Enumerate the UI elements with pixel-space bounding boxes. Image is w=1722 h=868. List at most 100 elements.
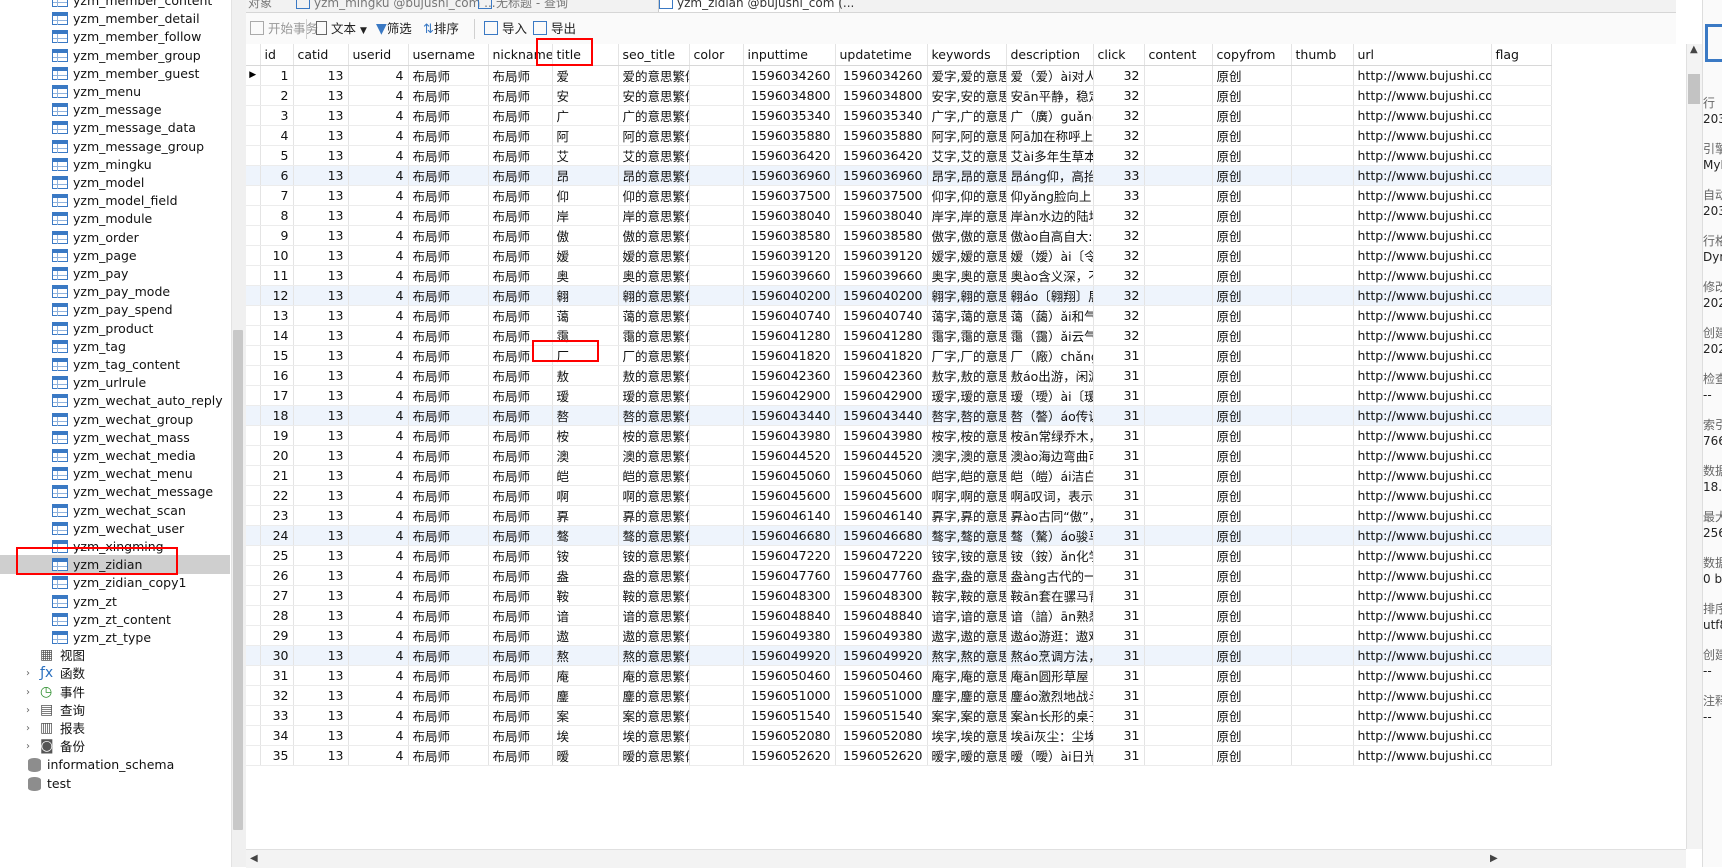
cell-updatetime[interactable]: 1596037500 xyxy=(835,185,928,206)
tree-table-yzm-member-detail[interactable]: yzm_member_detail xyxy=(0,9,230,28)
cell-keywords[interactable]: 嗸字,嗸的意思,嗸 xyxy=(927,405,1007,426)
cell-title[interactable]: 奡 xyxy=(552,505,619,526)
cell-updatetime[interactable]: 1596047220 xyxy=(835,545,928,566)
row-selector[interactable] xyxy=(246,465,261,486)
cell-color[interactable] xyxy=(689,725,744,746)
cell-username[interactable]: 布局师 xyxy=(408,405,489,426)
cell-thumb[interactable] xyxy=(1291,325,1354,346)
cell-seo-title[interactable]: 案的意思繁体 xyxy=(618,705,690,726)
cell-url[interactable]: http://www.bujushi.com/zi xyxy=(1353,205,1492,226)
cell-content[interactable] xyxy=(1144,245,1213,266)
cell-thumb[interactable] xyxy=(1291,145,1354,166)
cell-id[interactable]: 21 xyxy=(260,465,294,486)
row-selector[interactable] xyxy=(246,565,261,586)
table-row[interactable]: 25134布局师布局师铵铵的意思繁体15960472201596047220铵字… xyxy=(246,545,1552,566)
cell-seo-title[interactable]: 广的意思繁体 xyxy=(618,105,690,126)
cell-thumb[interactable] xyxy=(1291,205,1354,226)
cell-content[interactable] xyxy=(1144,605,1213,626)
cell-content[interactable] xyxy=(1144,265,1213,286)
cell-flag[interactable] xyxy=(1491,745,1552,766)
cell-userid[interactable]: 4 xyxy=(348,445,409,466)
cell-userid[interactable]: 4 xyxy=(348,105,409,126)
tree-table-yzm-tag[interactable]: yzm_tag xyxy=(0,337,230,356)
cell-inputtime[interactable]: 1596051540 xyxy=(743,705,836,726)
cell-flag[interactable] xyxy=(1491,345,1552,366)
cell-seo-title[interactable]: 蔼的意思繁体 xyxy=(618,305,690,326)
cell-keywords[interactable]: 敖字,敖的意思,敖 xyxy=(927,365,1007,386)
cell-click[interactable]: 31 xyxy=(1093,725,1145,746)
cell-seo-title[interactable]: 岸的意思繁体 xyxy=(618,205,690,226)
row-selector[interactable] xyxy=(246,525,261,546)
cell-keywords[interactable]: 埃字,埃的意思,埃 xyxy=(927,725,1007,746)
cell-copyfrom[interactable]: 原创 xyxy=(1212,185,1292,206)
cell-seo-title[interactable]: 仰的意思繁体 xyxy=(618,185,690,206)
cell-userid[interactable]: 4 xyxy=(348,385,409,406)
cell-copyfrom[interactable]: 原创 xyxy=(1212,225,1292,246)
cell-username[interactable]: 布局师 xyxy=(408,465,489,486)
cell-catid[interactable]: 13 xyxy=(293,425,349,446)
cell-content[interactable] xyxy=(1144,145,1213,166)
cell-inputtime[interactable]: 1596047220 xyxy=(743,545,836,566)
cell-copyfrom[interactable]: 原创 xyxy=(1212,625,1292,646)
cell-nickname[interactable]: 布局师 xyxy=(488,65,553,86)
row-selector[interactable] xyxy=(246,365,261,386)
table-row[interactable]: 2134布局师布局师安安的意思繁体15960348001596034800安字,… xyxy=(246,85,1552,106)
cell-inputtime[interactable]: 1596034260 xyxy=(743,65,836,86)
cell-url[interactable]: http://www.bujushi.com/zi xyxy=(1353,465,1492,486)
cell-keywords[interactable]: 桉字,桉的意思,桉 xyxy=(927,425,1007,446)
cell-inputtime[interactable]: 1596040200 xyxy=(743,285,836,306)
cell-copyfrom[interactable]: 原创 xyxy=(1212,105,1292,126)
cell-inputtime[interactable]: 1596049380 xyxy=(743,625,836,646)
table-row[interactable]: 33134布局师布局师案案的意思繁体15960515401596051540案字… xyxy=(246,705,1552,726)
column-header-id[interactable]: id xyxy=(260,44,294,66)
cell-url[interactable]: http://www.bujushi.com/zi xyxy=(1353,425,1492,446)
cell-updatetime[interactable]: 1596035340 xyxy=(835,105,928,126)
cell-color[interactable] xyxy=(689,625,744,646)
cell-nickname[interactable]: 布局师 xyxy=(488,165,553,186)
cell-userid[interactable]: 4 xyxy=(348,605,409,626)
cell-keywords[interactable]: 岸字,岸的意思,岸 xyxy=(927,205,1007,226)
cell-nickname[interactable]: 布局师 xyxy=(488,425,553,446)
cell-click[interactable]: 32 xyxy=(1093,325,1145,346)
cell-seo-title[interactable]: 霭的意思繁体 xyxy=(618,325,690,346)
cell-keywords[interactable]: 蔼字,蔼的意思,蔼 xyxy=(927,305,1007,326)
cell-seo-title[interactable]: 啊的意思繁体 xyxy=(618,485,690,506)
cell-title[interactable]: 澳 xyxy=(552,445,619,466)
row-selector[interactable] xyxy=(246,405,261,426)
cell-nickname[interactable]: 布局师 xyxy=(488,85,553,106)
cell-id[interactable]: 19 xyxy=(260,425,294,446)
cell-username[interactable]: 布局师 xyxy=(408,525,489,546)
table-row[interactable]: 29134布局师布局师遨遨的意思繁体15960493801596049380遨字… xyxy=(246,625,1552,646)
cell-id[interactable]: 17 xyxy=(260,385,294,406)
cell-catid[interactable]: 13 xyxy=(293,305,349,326)
cell-url[interactable]: http://www.bujushi.com/zi xyxy=(1353,285,1492,306)
cell-id[interactable]: 6 xyxy=(260,165,294,186)
column-header-color[interactable]: color xyxy=(689,44,744,66)
cell-description[interactable]: 仰yǎng脸向上，与 xyxy=(1006,185,1094,206)
cell-flag[interactable] xyxy=(1491,485,1552,506)
cell-inputtime[interactable]: 1596049920 xyxy=(743,645,836,666)
cell-keywords[interactable]: 案字,案的意思,案 xyxy=(927,705,1007,726)
cell-keywords[interactable]: 傲字,傲的意思,傲 xyxy=(927,225,1007,246)
cell-nickname[interactable]: 布局师 xyxy=(488,485,553,506)
cell-click[interactable]: 32 xyxy=(1093,305,1145,326)
cell-description[interactable]: 盎àng古代的一种 xyxy=(1006,565,1094,586)
cell-catid[interactable]: 13 xyxy=(293,245,349,266)
cell-catid[interactable]: 13 xyxy=(293,505,349,526)
cell-nickname[interactable]: 布局师 xyxy=(488,105,553,126)
row-selector[interactable] xyxy=(246,265,261,286)
cell-inputtime[interactable]: 1596038580 xyxy=(743,225,836,246)
cell-id[interactable]: 29 xyxy=(260,625,294,646)
cell-updatetime[interactable]: 1596050460 xyxy=(835,665,928,686)
sort-button[interactable]: ⇅排序 xyxy=(423,19,459,39)
tree-table-yzm-pay-mode[interactable]: yzm_pay_mode xyxy=(0,282,230,301)
cell-copyfrom[interactable]: 原创 xyxy=(1212,245,1292,266)
tab-untitled-query[interactable]: 无标题 - 查询 xyxy=(478,0,568,12)
cell-userid[interactable]: 4 xyxy=(348,185,409,206)
tree-table-yzm-pay[interactable]: yzm_pay xyxy=(0,264,230,283)
export-button[interactable]: 导出 xyxy=(533,19,576,39)
begin-transaction-button[interactable]: 开始事务 xyxy=(250,19,318,39)
cell-nickname[interactable]: 布局师 xyxy=(488,605,553,626)
cell-color[interactable] xyxy=(689,345,744,366)
table-row[interactable]: 12134布局师布局师翱翱的意思繁体15960402001596040200翱字… xyxy=(246,285,1552,306)
